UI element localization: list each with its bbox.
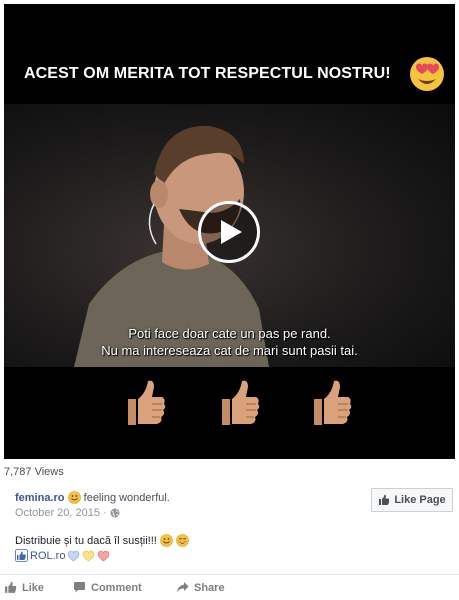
video-banner-text: ACEST OM MERITA TOT RESPECTUL NOSTRU!: [24, 65, 391, 82]
share-label: Share: [194, 581, 225, 594]
like-label: Like: [22, 581, 45, 594]
red-heart-icon: [98, 550, 110, 561]
like-button[interactable]: Like: [4, 581, 44, 594]
thumbs-up-emoji-icon: [222, 380, 260, 425]
thumbs-up-emoji-icon: [314, 380, 352, 425]
like-page-button[interactable]: Like Page: [371, 488, 453, 512]
subtitle-line-1: Poti face doar cate un pas pe rand.: [128, 326, 331, 341]
share-button[interactable]: Share: [176, 581, 225, 594]
thumbs-up-row: [4, 367, 455, 459]
like-page-label: Like Page: [394, 494, 446, 506]
play-icon: [221, 220, 242, 244]
thumbs-up-icon: [379, 494, 390, 505]
view-count: 7,787 Views: [4, 466, 64, 478]
comment-button[interactable]: Comment: [73, 581, 142, 594]
subtitle-line-2: Nu ma intereseaza cat de mari sunt pasii…: [101, 343, 358, 358]
share-arrow-icon: [177, 582, 189, 593]
feeling-text: feeling wonderful.: [83, 492, 170, 504]
post-text: Distribuie și tu dacă îl susții!!!: [15, 534, 189, 547]
post-actions-bar: Like Comment Share: [0, 581, 459, 597]
smiley-emoji-icon: [160, 534, 173, 547]
action-divider: [0, 574, 459, 575]
yellow-heart-icon: [83, 550, 95, 561]
author-name-link[interactable]: femina.ro: [15, 492, 65, 504]
tagged-page-link[interactable]: ROL.ro: [30, 550, 65, 562]
comment-label: Comment: [91, 581, 142, 594]
post-author-line: femina.ro feeling wonderful.: [15, 491, 170, 504]
smiley-emoji-icon: [67, 491, 81, 504]
post-date-line: October 20, 2015 ·: [15, 507, 120, 519]
thumbs-up-emoji-icon: [128, 380, 166, 425]
post-tag-line: ROL.ro: [15, 549, 110, 562]
post-message: Distribuie și tu dacă îl susții!!!: [15, 535, 157, 547]
heart-eyes-emoji-icon: [410, 57, 444, 91]
post-date-link[interactable]: October 20, 2015: [15, 507, 100, 519]
blue-heart-icon: [68, 550, 80, 561]
date-separator: ·: [103, 507, 107, 519]
thumbs-up-icon: [5, 581, 17, 593]
video-title-banner: ACEST OM MERITA TOT RESPECTUL NOSTRU!: [4, 4, 455, 104]
play-button[interactable]: [198, 201, 260, 263]
video-player[interactable]: ACEST OM MERITA TOT RESPECTUL NOSTRU! Po…: [4, 4, 455, 459]
comment-icon: [74, 582, 85, 593]
thumbs-up-emoji-icon: [15, 549, 28, 562]
blush-emoji-icon: [176, 534, 189, 547]
globe-icon: [110, 508, 120, 518]
